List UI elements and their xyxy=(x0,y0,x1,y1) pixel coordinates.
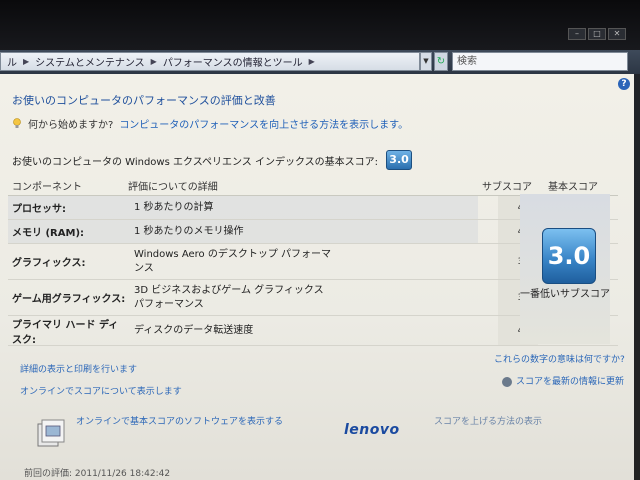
computer-box-icon xyxy=(37,419,65,447)
minimize-button[interactable]: – xyxy=(568,28,586,40)
table-header: コンポーネント 評価についての詳細 サブスコア 基本スコア xyxy=(8,176,618,196)
refresh-icon[interactable]: ↻ xyxy=(434,52,448,71)
last-evaluation-timestamp: 前回の評価: 2011/11/26 18:42:42 xyxy=(24,469,171,479)
maximize-button[interactable]: □ xyxy=(588,28,606,40)
main-content: ? お使いのコンピュータのパフォーマンスの評価と改善 何から始めますか? コンピ… xyxy=(0,74,634,480)
tip-row: 何から始めますか? コンピュータのパフォーマンスを向上させる方法を表示します。 xyxy=(12,116,408,131)
row-detail: 1 秒あたりの計算 xyxy=(128,196,478,219)
details-print-link[interactable]: 詳細の表示と印刷を行います xyxy=(20,362,137,375)
help-icon[interactable]: ? xyxy=(618,78,630,90)
row-detail: 1 秒あたりのメモリ操作 xyxy=(128,220,478,243)
base-score-badge: 3.0 xyxy=(386,150,413,170)
breadcrumb[interactable]: ル ▶ システムとメンテナンス ▶ パフォーマンスの情報とツール ▶ xyxy=(0,52,420,71)
improve-performance-link[interactable]: コンピュータのパフォーマンスを向上させる方法を表示します。 xyxy=(119,116,408,131)
page-title: お使いのコンピュータのパフォーマンスの評価と改善 xyxy=(12,94,276,107)
row-component: プライマリ ハード ディスク: xyxy=(12,319,119,346)
lenovo-logo: lenovo xyxy=(344,422,400,438)
online-software-link[interactable]: オンラインで基本スコアのソフトウェアを表示する xyxy=(76,414,283,427)
address-bar: ル ▶ システムとメンテナンス ▶ パフォーマンスの情報とツール ▶ ▼ ↻ 検… xyxy=(0,50,640,74)
raise-score-link[interactable]: スコアを上げる方法の表示 xyxy=(434,414,542,427)
breadcrumb-item-performance[interactable]: パフォーマンスの情報とツール xyxy=(159,54,307,69)
base-score-large-badge: 3.0 xyxy=(542,228,596,284)
breadcrumb-item-system[interactable]: システムとメンテナンス xyxy=(31,54,149,69)
header-component: コンポーネント xyxy=(12,182,82,193)
row-component: プロセッサ: xyxy=(8,196,128,219)
chevron-right-icon[interactable]: ▶ xyxy=(21,57,31,66)
chevron-right-icon[interactable]: ▶ xyxy=(149,57,159,66)
tip-question: 何から始めますか? xyxy=(28,120,114,131)
row-detail: 3D ビジネスおよびゲーム グラフィックス パフォーマンス xyxy=(134,284,324,310)
base-score-label: お使いのコンピュータの Windows エクスペリエンス インデックスの基本スコ… xyxy=(12,156,379,168)
shield-icon xyxy=(502,376,512,387)
chevron-right-icon[interactable]: ▶ xyxy=(307,57,317,66)
base-score-line: お使いのコンピュータの Windows エクスペリエンス インデックスの基本スコ… xyxy=(12,150,413,170)
close-button[interactable]: ✕ xyxy=(608,28,626,40)
row-component: グラフィックス: xyxy=(12,258,86,269)
search-input[interactable]: 検索 xyxy=(452,52,628,71)
base-score-panel: 3.0 一番低いサブスコア xyxy=(520,194,610,344)
window-titlebar: – □ ✕ xyxy=(0,0,640,50)
history-dropdown-button[interactable]: ▼ xyxy=(420,52,432,71)
what-do-numbers-mean-link[interactable]: これらの数字の意味は何ですか? xyxy=(494,352,625,365)
header-basescore: 基本スコア xyxy=(548,182,598,193)
base-score-caption: 一番低いサブスコア xyxy=(520,289,610,300)
window-controls: – □ ✕ xyxy=(568,28,626,40)
row-detail: Windows Aero のデスクトップ パフォーマンス xyxy=(134,248,332,274)
header-subscore: サブスコア xyxy=(482,182,532,193)
lightbulb-icon xyxy=(13,117,21,128)
row-component: ゲーム用グラフィックス: xyxy=(12,294,126,305)
row-detail: ディスクのデータ転送速度 xyxy=(134,324,254,336)
refresh-score-link[interactable]: スコアを最新の情報に更新 xyxy=(502,374,624,387)
online-score-link[interactable]: オンラインでスコアについて表示します xyxy=(20,384,182,397)
screen: – □ ✕ ル ▶ システムとメンテナンス ▶ パフォーマンスの情報とツール ▶… xyxy=(0,0,640,480)
header-detail: 評価についての詳細 xyxy=(128,182,218,193)
row-component: メモリ (RAM): xyxy=(8,220,128,243)
breadcrumb-item[interactable]: ル xyxy=(3,54,21,69)
